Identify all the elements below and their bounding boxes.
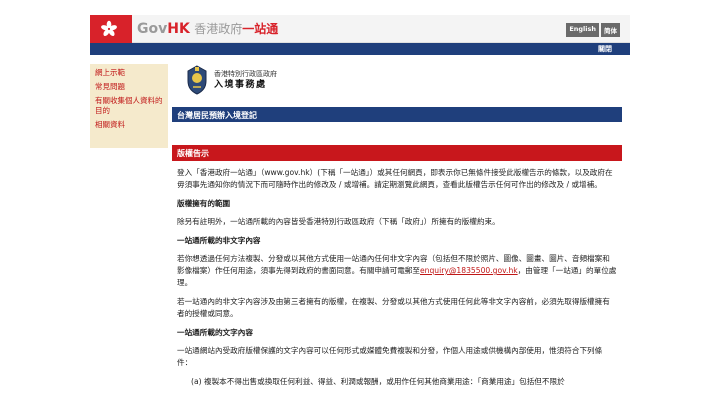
department-name-small: 香港特別行政區政府 xyxy=(214,69,277,78)
immigration-crest-icon xyxy=(187,65,207,95)
department-name: 香港特別行政區政府 入境事務處 xyxy=(214,70,277,91)
section-heading: 一站通所載的文字內容 xyxy=(177,328,253,337)
top-nav-bar: 關閉 xyxy=(90,43,630,55)
sidebar-item-personal-data[interactable]: 有關收集個人資料的目的 xyxy=(95,96,163,116)
hk-flag-logo[interactable] xyxy=(90,15,132,43)
sidebar: 網上示範 常見問題 有關收集個人資料的目的 相關資料 xyxy=(90,64,168,148)
lang-simplified-button[interactable]: 简体 xyxy=(601,23,620,37)
enquiry-email-link[interactable]: enquiry@1835500.gov.hk xyxy=(420,266,518,275)
section-heading: 一站通所載的非文字內容 xyxy=(177,236,261,245)
brand-zh: 香港政府 xyxy=(194,22,243,36)
bauhinia-icon xyxy=(101,20,117,36)
department-name-big: 入境事務處 xyxy=(214,79,267,90)
header: GovHK 香港政府一站通 English 简体 xyxy=(90,15,630,43)
brand-gov: Gov xyxy=(137,21,168,37)
intro-paragraph: 登入「香港政府一站通」（www.gov.hk）(下稱「一站通」）或其任何網頁，即… xyxy=(177,168,613,189)
section-paragraph: 一站通網站內受政府版權保護的文字內容可以任何形式或媒體免費複製和分發，作個人用途… xyxy=(177,346,603,367)
section-paragraph: 除另有註明外，一站通所載的內容皆受香港特別行政區政府（下稱「政府」）所擁有的版權… xyxy=(177,217,500,226)
govhk-brand[interactable]: GovHK 香港政府一站通 xyxy=(137,21,278,37)
notice-heading: 版權告示 xyxy=(172,145,622,161)
brand-zh-red: 一站通 xyxy=(242,22,279,36)
list-item: (a) 複製本不得出售或換取任何利益、得益、利潤或報酬，或用作任何其他商業用途：… xyxy=(191,377,565,386)
section-paragraph: 若一站通內的非文字內容涉及由第三者擁有的版權，在複製、分發或以其他方式使用任何此… xyxy=(177,297,610,318)
page-title: 台灣居民預辦入境登記 xyxy=(172,107,622,122)
page: GovHK 香港政府一站通 English 简体 關閉 網上示範 常見問題 有關… xyxy=(0,0,720,405)
language-switcher: English 简体 xyxy=(566,23,620,37)
lang-english-button[interactable]: English xyxy=(566,23,599,37)
section-paragraph: 若你想透過任何方法複製、分發或以其他方式使用一站通內任何非文字內容（包括但不限於… xyxy=(177,253,617,289)
sidebar-item-related-info[interactable]: 相關資料 xyxy=(95,120,163,130)
close-link[interactable]: 關閉 xyxy=(598,44,612,54)
notice-content: 登入「香港政府一站通」（www.gov.hk）(下稱「一站通」）或其任何網頁，即… xyxy=(177,167,617,395)
sidebar-item-faq[interactable]: 常見問題 xyxy=(95,82,163,92)
brand-hk: HK xyxy=(167,21,190,37)
sidebar-item-online-demo[interactable]: 網上示範 xyxy=(95,68,163,78)
section-heading: 版權擁有的範圍 xyxy=(177,199,231,208)
department-logo: 香港特別行政區政府 入境事務處 xyxy=(186,65,277,95)
